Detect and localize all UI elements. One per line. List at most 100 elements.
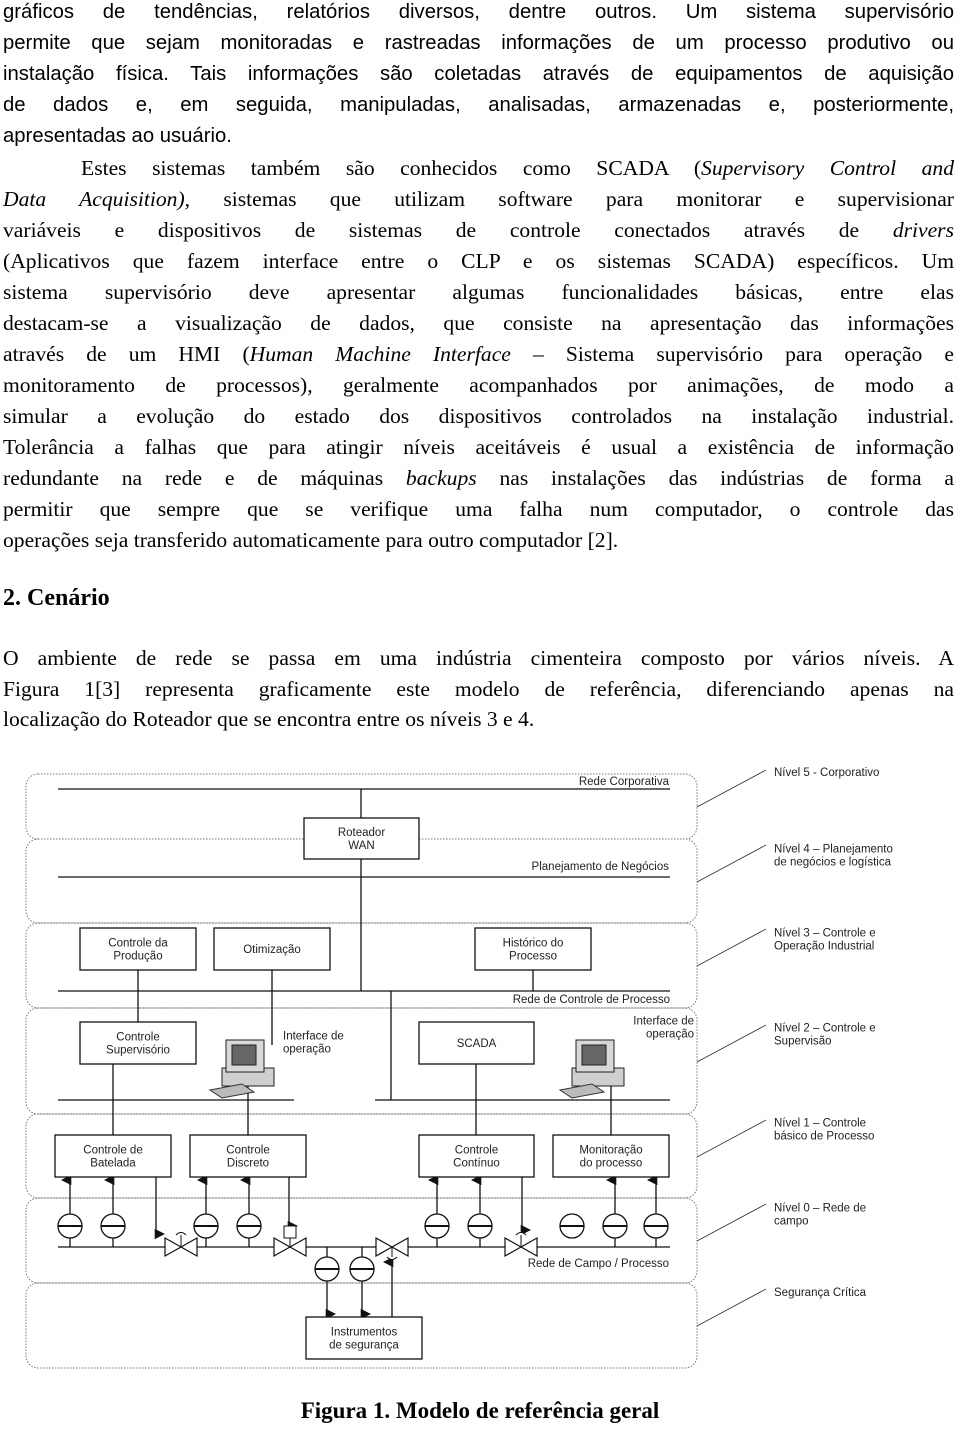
text-line: operações seja transferido automaticamen… xyxy=(3,528,954,553)
level-label: Segurança Crítica xyxy=(774,1287,867,1299)
text-segment: operações seja transferido automaticamen… xyxy=(3,528,619,552)
box-discreto: ControleDiscreto xyxy=(189,1134,307,1178)
text-line: Estes sistemas também são conhecidos com… xyxy=(3,156,954,181)
text-line: O ambiente de rede se passa em uma indús… xyxy=(3,646,954,671)
text-segment: sistema supervisório deve apresentar alg… xyxy=(3,280,954,304)
box-label: Controle xyxy=(226,1145,269,1157)
box-batelada: Controle deBatelada xyxy=(54,1134,172,1178)
text-segment: variáveis e dispositivos de sistemas de … xyxy=(3,218,893,242)
level-leader-line xyxy=(696,928,767,967)
text-segment: localização do Roteador que se encontra … xyxy=(3,707,535,731)
sensor-icon xyxy=(349,1256,375,1282)
italic-text: Human Machine Interface xyxy=(249,342,511,366)
text-segment: permite que sejam monitoradas e rastread… xyxy=(3,32,954,54)
text-line: Figura 1[3] representa graficamente este… xyxy=(3,677,954,702)
text-segment: monitoramento de processos), geralmente … xyxy=(3,373,954,397)
network-label: Rede de Campo / Processo xyxy=(528,1258,669,1270)
text-segment: apresentadas ao usuário. xyxy=(3,125,232,147)
level-label: Nível 3 – Controle e xyxy=(774,928,876,940)
box-label: Discreto xyxy=(227,1158,269,1170)
computer-icon xyxy=(208,1039,275,1099)
network-label: Rede de Controle de Processo xyxy=(513,994,670,1006)
text-segment: (Aplicativos que fazem interface entre o… xyxy=(3,249,954,273)
network-reference-diagram: RoteadorWAN Controle daProdução Otimização… xyxy=(25,767,893,1369)
box-label: Processo xyxy=(509,951,557,963)
sensor-icon xyxy=(424,1213,450,1239)
section-heading: 2. Cenário xyxy=(3,585,110,611)
sensor-icon xyxy=(467,1213,493,1239)
box-label: Contínuo xyxy=(453,1158,500,1170)
sensor-icon xyxy=(236,1213,262,1239)
level-leader-line xyxy=(696,769,767,808)
text-line: apresentadas ao usuário. xyxy=(3,125,954,148)
box-controle-supervisorio: ControleSupervisório xyxy=(79,1021,197,1065)
box-label: Controle xyxy=(455,1145,498,1157)
level-leader-line xyxy=(696,1288,767,1327)
level-label: de negócios e logística xyxy=(774,857,892,869)
text-segment: através de um HMI ( xyxy=(3,342,250,366)
network-label: Rede Corporativa xyxy=(579,776,670,788)
valve-icon xyxy=(164,1232,198,1258)
box-label: Batelada xyxy=(90,1158,136,1170)
box-label: de segurança xyxy=(329,1340,399,1352)
box-label: Monitoração xyxy=(579,1145,642,1157)
text-line: localização do Roteador que se encontra … xyxy=(3,707,954,732)
level-label: Nível 4 – Planejamento xyxy=(774,844,893,856)
text-segment: gráficos de tendências, relatórios diver… xyxy=(3,1,954,23)
text-line: simular a evolução do estado dos disposi… xyxy=(3,404,954,429)
text-segment: instalação física. Tais informações são … xyxy=(3,63,954,85)
text-segment: Estes sistemas também são conhecidos com… xyxy=(81,156,702,180)
text-line: sistema supervisório deve apresentar alg… xyxy=(3,280,954,305)
text-line: monitoramento de processos), geralmente … xyxy=(3,373,954,398)
box-label: Instrumentos xyxy=(331,1327,398,1339)
italic-text: backups xyxy=(405,466,477,490)
figure-caption: Figura 1. Modelo de referência geral xyxy=(300,1398,660,1423)
box-label: Supervisório xyxy=(106,1045,170,1057)
box-scada: SCADA xyxy=(418,1021,535,1065)
level-label: básico de Processo xyxy=(774,1131,874,1143)
text-line: (Aplicativos que fazem interface entre o… xyxy=(3,249,954,274)
level-leader-line xyxy=(696,1119,767,1158)
level-label: Nível 1 – Controle xyxy=(774,1118,866,1130)
level-label: Nível 0 – Rede de xyxy=(774,1203,866,1215)
text-line: gráficos de tendências, relatórios diver… xyxy=(3,1,954,24)
box-controle-producao: Controle daProdução xyxy=(79,927,197,971)
text-segment: nas instalações das indústrias de forma … xyxy=(476,466,954,490)
text-segment: Tolerância a falhas que para atingir nív… xyxy=(3,435,954,459)
text-segment: permitir que sempre que se verifique uma… xyxy=(3,497,954,521)
box-label: Roteador xyxy=(338,827,385,839)
sensor-icon xyxy=(57,1213,83,1239)
text-line: de dados e, em seguida, manipuladas, ana… xyxy=(3,94,954,117)
sensor-icon xyxy=(100,1213,126,1239)
interface-label: operação xyxy=(283,1044,331,1056)
sensor-icon xyxy=(643,1213,669,1239)
box-label: Controle da xyxy=(108,938,168,950)
valve-icon xyxy=(375,1236,409,1260)
level-label: Nível 2 – Controle e xyxy=(774,1023,876,1035)
text-line: instalação física. Tais informações são … xyxy=(3,63,954,86)
level-label: campo xyxy=(774,1216,809,1228)
text-line: redundante na rede e de máquinas backups… xyxy=(3,466,954,491)
level-label: Nível 5 - Corporativo xyxy=(774,767,879,779)
box-continuo: ControleContínuo xyxy=(418,1134,535,1178)
interface-label: Interface de xyxy=(283,1031,344,1043)
box-monitoracao: Monitoraçãodo processo xyxy=(552,1134,670,1178)
text-segment: redundante na rede e de máquinas xyxy=(3,466,406,490)
level-leader-line xyxy=(696,1203,767,1242)
box-label: Controle de xyxy=(83,1145,142,1157)
box-label: WAN xyxy=(348,840,374,852)
computer-icon xyxy=(558,1039,625,1099)
text-line: Tolerância a falhas que para atingir nív… xyxy=(3,435,954,460)
interface-label: Interface de xyxy=(633,1016,694,1028)
valve-icon xyxy=(504,1232,538,1258)
text-segment: de dados e, em seguida, manipuladas, ana… xyxy=(3,94,954,116)
text-line: destacam-se a visualização de dados, que… xyxy=(3,311,954,336)
sensor-icon xyxy=(193,1213,219,1239)
network-label: Planejamento de Negócios xyxy=(532,861,670,873)
italic-text: Data Acquisition), xyxy=(3,187,191,211)
box-label: do processo xyxy=(580,1158,643,1170)
box-label: Otimização xyxy=(243,944,301,956)
level-label: Supervisão xyxy=(774,1036,832,1048)
interface-label: operação xyxy=(646,1029,694,1041)
level-label: Operação Industrial xyxy=(774,941,874,953)
